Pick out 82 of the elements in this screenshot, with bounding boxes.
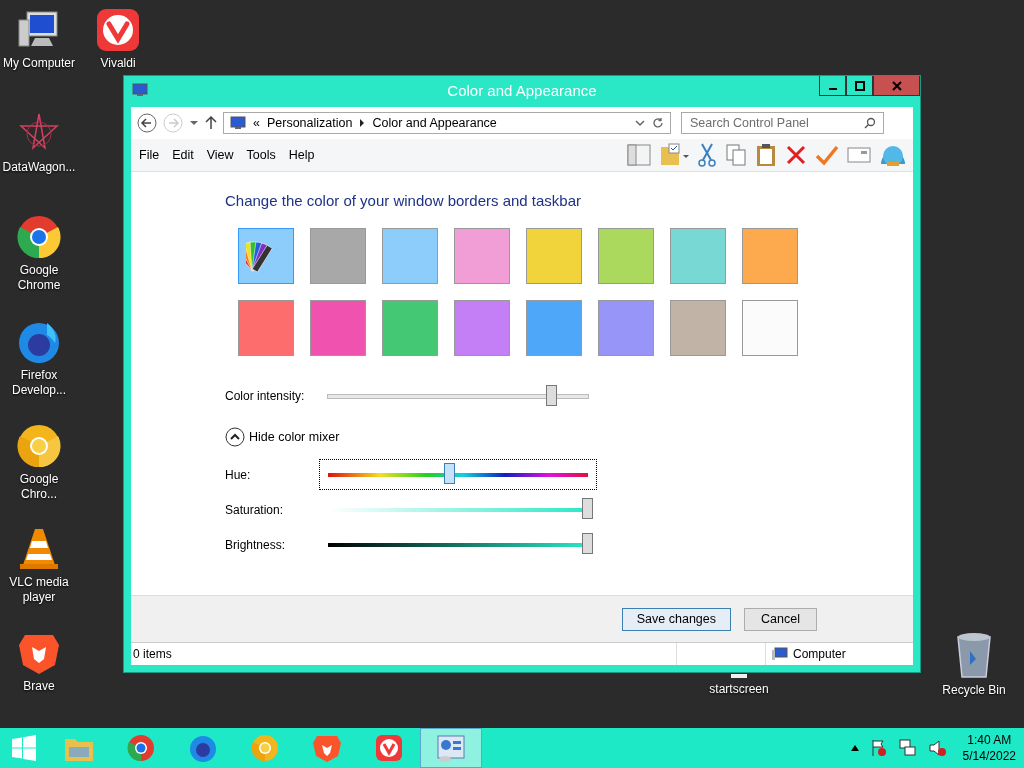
- desktop-icon-label[interactable]: My Computer: [3, 56, 75, 71]
- address-bar[interactable]: « Personalization Color and Appearance: [223, 112, 671, 134]
- folder-icon[interactable]: [659, 143, 689, 167]
- browser-icon[interactable]: [17, 424, 61, 468]
- desktop-icon-label[interactable]: startscreen: [709, 682, 769, 697]
- desktop-icon-label[interactable]: VLC media player: [0, 575, 78, 605]
- color-swatch[interactable]: [526, 228, 582, 284]
- clock-time[interactable]: 1:40 AM: [967, 732, 1012, 748]
- color-swatch[interactable]: [382, 228, 438, 284]
- color-swatch[interactable]: [310, 228, 366, 284]
- slider-label: Brightness:: [225, 537, 287, 552]
- slider-label: Hue:: [225, 467, 252, 482]
- search-icon[interactable]: [864, 117, 876, 129]
- desktop-icon-label[interactable]: Google Chrome: [0, 263, 78, 293]
- control-panel-icon[interactable]: [420, 728, 482, 768]
- color-swatch[interactable]: [382, 300, 438, 356]
- collapse-button[interactable]: [225, 427, 245, 447]
- desktop-icon-label[interactable]: Google Chro...: [0, 472, 78, 502]
- minimize-button[interactable]: [819, 76, 846, 96]
- browser-icon[interactable]: [17, 320, 61, 364]
- copy-icon[interactable]: [725, 143, 747, 167]
- status-item-count: 0 items: [132, 647, 173, 661]
- color-palette-swatch[interactable]: [238, 228, 294, 284]
- windows-logo-icon: [11, 735, 37, 761]
- dropdown-icon[interactable]: [189, 120, 199, 126]
- menu-item[interactable]: Edit: [172, 148, 194, 162]
- dialog-button[interactable]: Save changes: [621, 607, 731, 631]
- color-swatch[interactable]: [526, 300, 582, 356]
- brightness-slider-thumb[interactable]: [582, 532, 593, 554]
- search-field[interactable]: Search Control Panel: [681, 112, 884, 134]
- color-swatch[interactable]: [454, 300, 510, 356]
- menu-item[interactable]: Tools: [246, 148, 276, 162]
- desktop-icon-label[interactable]: Firefox Develop...: [0, 368, 78, 398]
- desktop-icon-label[interactable]: DataWagon...: [2, 160, 76, 175]
- color-swatch[interactable]: [670, 300, 726, 356]
- color-swatch[interactable]: [598, 228, 654, 284]
- minimize-icon: [828, 87, 837, 90]
- monitor-icon: [772, 647, 788, 661]
- section-heading: Change the color of your window borders and taskbar: [225, 192, 583, 209]
- color-swatch[interactable]: [454, 228, 510, 284]
- maximize-icon: [854, 80, 865, 91]
- scissors-icon[interactable]: [697, 143, 717, 167]
- dialog-button[interactable]: Cancel: [744, 607, 817, 631]
- hide-color-mixer-link[interactable]: Hide color mixer: [249, 430, 340, 444]
- monitor-icon: [132, 83, 148, 97]
- clipboard-icon[interactable]: [755, 143, 777, 167]
- menu-item[interactable]: View: [206, 148, 234, 162]
- clock-date[interactable]: 5/14/2022: [962, 748, 1016, 764]
- network-icon[interactable]: [898, 739, 917, 757]
- up-arrow-icon[interactable]: [205, 116, 217, 130]
- hue-slider-thumb[interactable]: [444, 462, 456, 484]
- browser-icon[interactable]: [17, 215, 61, 259]
- back-button[interactable]: [137, 113, 157, 133]
- maximize-button[interactable]: [846, 76, 873, 96]
- close-button[interactable]: [873, 76, 920, 96]
- color-swatch[interactable]: [310, 300, 366, 356]
- desktop-icon-label[interactable]: Vivaldi: [100, 56, 136, 71]
- checkmark-icon[interactable]: [815, 144, 839, 166]
- flag-icon[interactable]: [870, 739, 887, 757]
- close-icon: [891, 80, 902, 91]
- speaker-muted-icon[interactable]: [928, 739, 947, 757]
- vivaldi-icon[interactable]: [96, 8, 140, 52]
- desktop-icon-label[interactable]: Brave: [23, 679, 55, 694]
- menu-item[interactable]: File: [139, 148, 160, 162]
- color-swatch[interactable]: [670, 228, 726, 284]
- color-swatch[interactable]: [238, 300, 294, 356]
- slider-label: Saturation:: [225, 502, 285, 517]
- slider-label: Color intensity:: [225, 389, 306, 403]
- layout-icon[interactable]: [627, 144, 651, 166]
- color-swatch[interactable]: [742, 228, 798, 284]
- saturation-slider-thumb[interactable]: [582, 497, 593, 519]
- desktop-icon-label[interactable]: Recycle Bin: [942, 683, 1006, 698]
- menu-item[interactable]: Help: [288, 148, 315, 162]
- intensity-slider-thumb[interactable]: [545, 384, 557, 406]
- color-swatch[interactable]: [742, 300, 798, 356]
- card-icon[interactable]: [847, 146, 871, 164]
- window-title: Color and Appearance: [447, 81, 597, 99]
- show-hidden-icons-icon[interactable]: [850, 745, 859, 751]
- delete-icon[interactable]: [785, 144, 807, 166]
- color-swatch[interactable]: [598, 300, 654, 356]
- status-location: Computer: [793, 647, 846, 661]
- traffic-cone-icon[interactable]: [17, 527, 61, 571]
